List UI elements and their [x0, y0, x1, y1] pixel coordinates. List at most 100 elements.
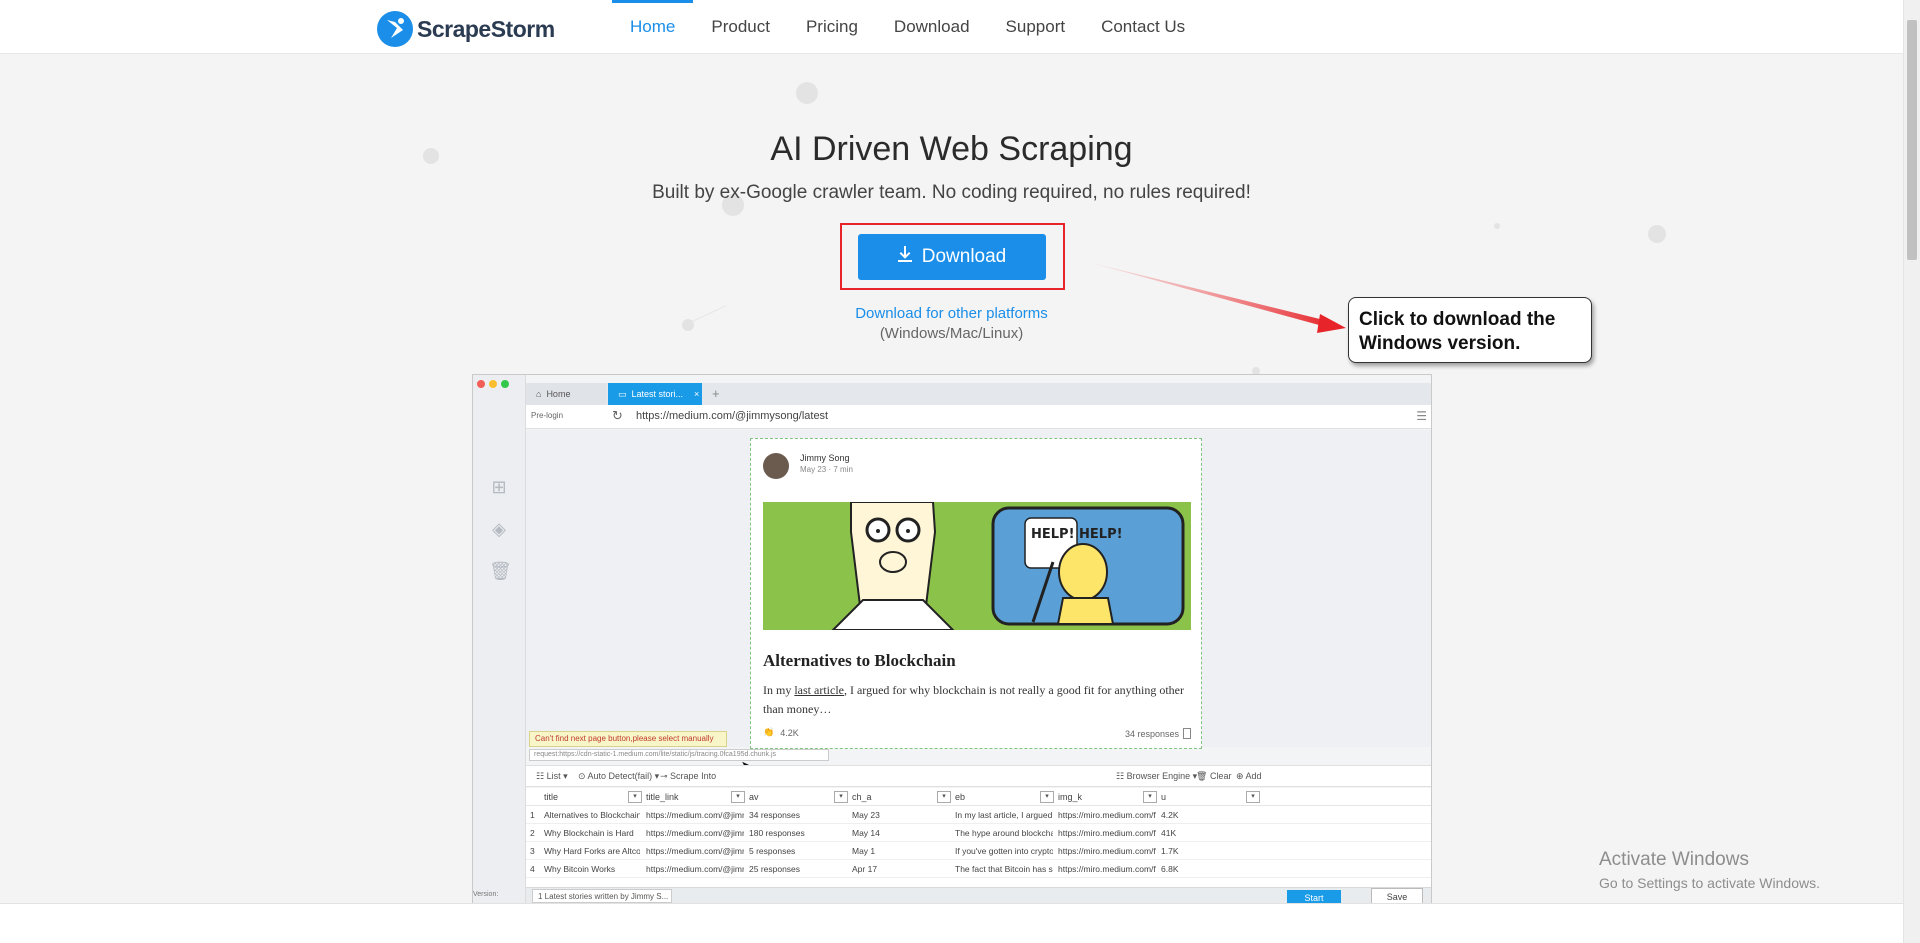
table-cell: https://miro.medium.com/fit/c...	[1058, 846, 1156, 856]
app-tab-home-label: Home	[546, 389, 571, 399]
data-grid: title ▾ title_link ▾ av ▾ ch_a ▾ eb ▾ im…	[526, 788, 1431, 888]
table-cell: Why Hard Forks are Altcoins	[544, 846, 640, 856]
table-cell: 41K	[1161, 828, 1177, 838]
table-cell: The hype around blockchain is...	[955, 828, 1053, 838]
app-tab-latest-label: Latest stori...	[631, 389, 684, 399]
platform-list: (Windows/Mac/Linux)	[879, 325, 1024, 342]
decor-dot	[1648, 225, 1666, 243]
activate-windows-title: Activate Windows	[1599, 849, 1749, 870]
col-dropdown-icon: ▾	[1246, 791, 1260, 803]
download-icon	[897, 246, 912, 268]
page-scrollbar[interactable]	[1903, 0, 1920, 943]
article-card: Jimmy Song May 23 · 7 min HELP! HELP! Al…	[750, 438, 1202, 749]
table-cell: https://medium.com/@jimmys...	[646, 846, 744, 856]
download-button-label: Download	[921, 246, 1007, 267]
download-callout: Click to download the Windows version.	[1348, 297, 1592, 363]
col-dropdown-icon: ▾	[731, 791, 745, 803]
article-comic-image: HELP! HELP!	[763, 502, 1191, 630]
table-cell: In my last article, I argued for w...	[955, 810, 1053, 820]
trash-icon: 🗑	[489, 561, 512, 581]
activate-windows-subtitle: Go to Settings to activate Windows.	[1599, 875, 1820, 891]
add-button: ⊕ Add	[1236, 771, 1262, 781]
list-menu: ☷ List ▾	[536, 771, 568, 781]
other-platforms-link-text[interactable]: Download for other platforms	[855, 305, 1048, 322]
scrollbar-thumb[interactable]	[1907, 20, 1917, 260]
menu-icon: ☰	[1416, 409, 1427, 423]
table-cell: 6.8K	[1161, 864, 1179, 874]
article-claps: 👏 4.2K	[763, 727, 799, 738]
scrape-into-menu: ⊸ Scrape Into	[660, 771, 717, 781]
home-icon: ⌂	[536, 389, 542, 399]
col-dropdown-icon: ▾	[937, 791, 951, 803]
col-img-k: img_k	[1058, 792, 1083, 802]
link-icon: ⊸	[660, 771, 671, 781]
save-button: Save	[1371, 888, 1423, 903]
app-data-toolbar: ☷ List ▾ ⊙ Auto Detect(fail) ▾ ⊸ Scrape …	[526, 765, 1431, 787]
app-tab-home: ⌂ Home	[526, 383, 606, 405]
table-cell: https://medium.com/@jimmys...	[646, 828, 744, 838]
bottom-bar	[0, 903, 1903, 943]
minimize-dot-icon	[489, 380, 497, 388]
article-date: May 23 · 7 min	[800, 465, 853, 474]
nav-contact[interactable]: Contact Us	[1083, 0, 1203, 54]
row-number: 1	[530, 810, 535, 820]
table-cell: Alternatives to Blockchain	[544, 810, 640, 820]
table-row: 4 Why Bitcoin Works https://medium.com/@ji…	[526, 860, 1431, 878]
table-row: 3 Why Hard Forks are Altcoins https://medi…	[526, 842, 1431, 860]
col-eb: eb	[955, 792, 966, 802]
table-cell: 34 responses	[749, 810, 801, 820]
app-webview: Jimmy Song May 23 · 7 min HELP! HELP! Al…	[526, 430, 1431, 749]
storm-logo-icon	[377, 11, 413, 47]
app-left-rail: ⊞ ◈ 🗑	[473, 375, 526, 903]
app-footer: 1 Latest stories written by Jimmy S... S…	[526, 887, 1431, 903]
add-icon: ⊕	[1236, 771, 1246, 781]
col-dropdown-icon: ▾	[1040, 791, 1054, 803]
nav-support[interactable]: Support	[988, 0, 1084, 54]
table-cell: https://medium.com/@jimmys...	[646, 864, 744, 874]
col-title: title	[544, 792, 559, 802]
download-button[interactable]: Download	[858, 234, 1046, 280]
brand-logo[interactable]: ScrapeStorm	[377, 11, 555, 47]
col-dropdown-icon: ▾	[628, 791, 642, 803]
nav-product[interactable]: Product	[693, 0, 788, 54]
auto-detect-menu: ⊙ Auto Detect(fail) ▾	[578, 771, 660, 781]
table-row: 1 Alternatives to Blockchain https://mediu…	[526, 806, 1431, 824]
table-cell: https://miro.medium.com/fit/c...	[1058, 828, 1156, 838]
table-cell: https://medium.com/@jimmys...	[646, 810, 744, 820]
col-ch-a: ch_a	[852, 792, 872, 802]
list-icon: ☷	[536, 771, 547, 781]
clear-icon: 🗑	[1196, 771, 1210, 781]
hero-title: AI Driven Web Scraping	[770, 130, 1133, 168]
engine-icon: ☷	[1116, 771, 1127, 781]
version-label: Version:	[473, 891, 499, 898]
table-cell: May 23	[852, 810, 880, 820]
nav-pricing[interactable]: Pricing	[788, 0, 876, 54]
table-cell: 180 responses	[749, 828, 805, 838]
request-status: request:https://cdn-static-1.medium.com/…	[529, 749, 829, 761]
prelogin-label: Pre-login	[531, 411, 564, 420]
article-title: Alternatives to Blockchain	[763, 651, 956, 670]
table-cell: 4.2K	[1161, 810, 1179, 820]
other-platforms-link: Download for other platforms	[0, 305, 1903, 322]
brand-name: ScrapeStorm	[417, 15, 555, 42]
article-inline-link: last article	[794, 683, 844, 697]
clear-button: 🗑 Clear	[1196, 771, 1232, 781]
clap-icon: 👏	[763, 727, 775, 737]
browser-engine-menu: ☷ Browser Engine ▾	[1116, 771, 1198, 781]
col-title-link: title_link	[646, 792, 679, 802]
tab-close-icon: ×	[694, 389, 700, 399]
nav-home[interactable]: Home	[612, 0, 694, 54]
table-cell: May 14	[852, 828, 880, 838]
table-cell: https://miro.medium.com/fit/c...	[1058, 864, 1156, 874]
row-number: 3	[530, 846, 535, 856]
layers-icon: ◈	[492, 519, 506, 539]
detect-icon: ⊙	[578, 771, 588, 781]
article-excerpt: In my last article, I argued for why blo…	[763, 683, 1185, 716]
comic-speech-text: HELP! HELP!	[1031, 527, 1123, 542]
new-tab-icon: +	[712, 386, 720, 401]
table-cell: If you've gotten into crypto in t...	[955, 846, 1053, 856]
table-cell: 1.7K	[1161, 846, 1179, 856]
hero-subtitle: Built by ex-Google crawler team. No codi…	[652, 182, 1251, 203]
bookmark-icon	[1183, 728, 1191, 739]
nav-download[interactable]: Download	[876, 0, 988, 54]
